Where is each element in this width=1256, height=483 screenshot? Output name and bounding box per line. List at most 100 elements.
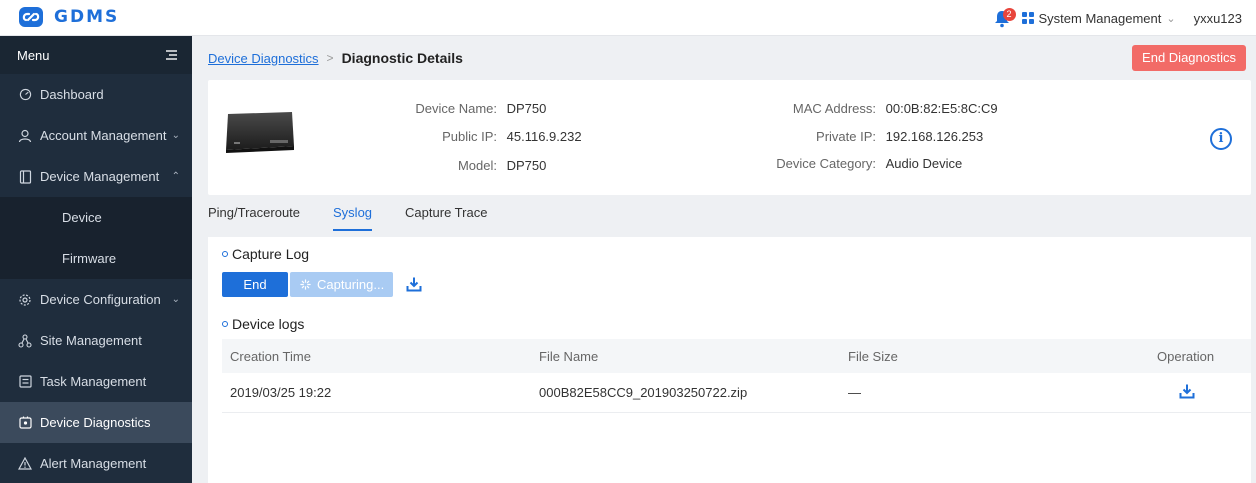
device-icon — [17, 169, 33, 185]
private-ip-label: Private IP: — [816, 129, 876, 144]
table-header: Creation Time File Name File Size Operat… — [222, 339, 1251, 373]
device-name-label: Device Name: — [415, 101, 497, 116]
chevron-down-icon: ⌄ — [1166, 12, 1176, 25]
public-ip-row: Public IP: 45.116.9.232 — [388, 129, 582, 144]
bullet-icon — [222, 321, 228, 327]
column-header-operation: Operation — [1157, 348, 1215, 364]
sidebar-item-label: Firmware — [62, 251, 117, 266]
sidebar-item-label: Dashboard — [40, 87, 104, 102]
device-name-row: Device Name: DP750 — [388, 101, 546, 116]
private-ip-row: Private IP: 192.168.126.253 — [768, 129, 983, 144]
page-title: Diagnostic Details — [341, 50, 463, 66]
table-row: 2019/03/25 19:22 000B82E58CC9_2019032507… — [222, 373, 1251, 413]
gdms-logo-icon — [19, 7, 43, 27]
sidebar-item-device-diagnostics[interactable]: Device Diagnostics — [0, 402, 192, 443]
menu-header: Menu — [0, 36, 192, 74]
sidebar-item-site-management[interactable]: Site Management — [0, 320, 192, 361]
device-info-card: Device Name: DP750 Public IP: 45.116.9.2… — [208, 80, 1251, 195]
mac-address-label: MAC Address: — [792, 101, 876, 116]
device-logs-table: Creation Time File Name File Size Operat… — [222, 339, 1251, 413]
breadcrumb-separator: > — [326, 51, 334, 65]
public-ip-value: 45.116.9.232 — [506, 129, 582, 144]
apps-grid-icon — [1021, 12, 1034, 24]
sidebar-item-device[interactable]: Device — [0, 197, 192, 238]
model-value: DP750 — [506, 158, 547, 173]
sidebar-item-account-management[interactable]: Account Management ⌄ — [0, 115, 192, 156]
username[interactable]: yxxu123 — [1194, 11, 1242, 26]
model-label: Model: — [457, 158, 497, 173]
menu-label: Menu — [17, 47, 50, 63]
chevron-up-icon: ⌃ — [171, 171, 180, 182]
breadcrumb-device-diagnostics-link[interactable]: Device Diagnostics — [208, 51, 319, 66]
capturing-label: Capturing... — [317, 277, 385, 292]
creation-time-cell: 2019/03/25 19:22 — [230, 385, 332, 400]
main-content: Device Diagnostics > Diagnostic Details … — [192, 36, 1256, 483]
sidebar-item-device-configuration[interactable]: Device Configuration ⌄ — [0, 279, 192, 320]
capture-log-title: Capture Log — [232, 246, 310, 262]
chevron-down-icon: ⌄ — [171, 294, 180, 305]
sidebar-item-task-management[interactable]: Task Management — [0, 361, 192, 402]
device-logs-section-title: Device logs — [222, 316, 304, 332]
device-logs-title: Device logs — [232, 316, 305, 332]
site-icon — [17, 333, 33, 349]
gear-icon — [17, 292, 33, 308]
dashboard-icon — [17, 87, 33, 103]
sidebar: Menu Dashboard Account Management ⌄ Devi… — [0, 36, 192, 483]
device-category-value: Audio Device — [885, 156, 963, 171]
sidebar-item-label: Device — [62, 210, 102, 225]
private-ip-value: 192.168.126.253 — [885, 129, 984, 144]
user-icon — [17, 128, 33, 144]
column-header-file-name: File Name — [539, 348, 599, 364]
system-management-label: System Management — [1038, 10, 1162, 26]
column-header-creation-time: Creation Time — [230, 348, 311, 364]
sidebar-item-label: Device Configuration — [40, 292, 161, 307]
tab-ping-traceroute[interactable]: Ping/Traceroute — [208, 199, 300, 231]
device-category-row: Device Category: Audio Device — [768, 156, 962, 171]
sidebar-item-alert-management[interactable]: Alert Management — [0, 443, 192, 483]
notifications-button[interactable]: 2 — [994, 8, 1016, 28]
chevron-down-icon: ⌄ — [171, 130, 180, 141]
top-bar: GDMS 2 System Management ⌄ yxxu123 — [0, 0, 1256, 36]
diagnostics-icon — [17, 415, 33, 431]
sidebar-item-label: Alert Management — [40, 456, 147, 471]
capturing-button[interactable]: Capturing... — [290, 272, 393, 297]
task-list-icon — [17, 374, 33, 390]
mac-address-row: MAC Address: 00:0B:82:E5:8C:C9 — [768, 101, 998, 116]
end-diagnostics-button[interactable]: End Diagnostics — [1132, 45, 1246, 71]
column-header-file-size: File Size — [848, 348, 898, 364]
notification-badge: 2 — [1002, 8, 1016, 21]
model-row: Model: DP750 — [388, 158, 546, 173]
system-management-menu[interactable]: System Management ⌄ — [1021, 10, 1176, 26]
sidebar-item-label: Task Management — [40, 374, 147, 389]
tab-syslog[interactable]: Syslog — [333, 199, 373, 231]
sidebar-item-dashboard[interactable]: Dashboard — [0, 74, 192, 115]
sidebar-item-firmware[interactable]: Firmware — [0, 238, 192, 279]
alert-icon — [17, 456, 33, 472]
sidebar-item-label: Site Management — [40, 333, 142, 348]
sidebar-item-label: Device Diagnostics — [40, 415, 151, 430]
device-name-value: DP750 — [506, 101, 547, 116]
download-icon[interactable] — [1179, 383, 1195, 399]
info-icon[interactable]: i — [1210, 128, 1232, 150]
spinner-icon — [300, 279, 311, 290]
file-name-cell: 000B82E58CC9_201903250722.zip — [539, 385, 748, 400]
file-size-cell: — — [848, 385, 861, 400]
mac-address-value: 00:0B:82:E5:8C:C9 — [885, 101, 998, 116]
sidebar-item-device-management[interactable]: Device Management ⌃ — [0, 156, 192, 197]
tab-capture-trace[interactable]: Capture Trace — [405, 199, 487, 231]
device-image — [226, 112, 294, 153]
diagnostic-tabs: Ping/Traceroute Syslog Capture Trace — [208, 199, 487, 235]
bullet-icon — [222, 251, 228, 257]
logo-text: GDMS — [54, 7, 120, 27]
capture-log-section-title: Capture Log — [222, 246, 309, 262]
logo[interactable]: GDMS — [18, 6, 119, 28]
device-category-label: Device Category: — [776, 156, 876, 171]
public-ip-label: Public IP: — [442, 129, 497, 144]
download-icon[interactable] — [406, 276, 422, 292]
collapse-menu-icon[interactable] — [164, 49, 178, 61]
end-capture-button[interactable]: End — [222, 272, 288, 297]
sidebar-item-label: Account Management — [40, 128, 167, 143]
breadcrumb: Device Diagnostics > Diagnostic Details — [192, 36, 1256, 80]
operation-cell — [1149, 383, 1251, 402]
syslog-panel: Capture Log End Capturing... Device logs — [208, 237, 1251, 483]
